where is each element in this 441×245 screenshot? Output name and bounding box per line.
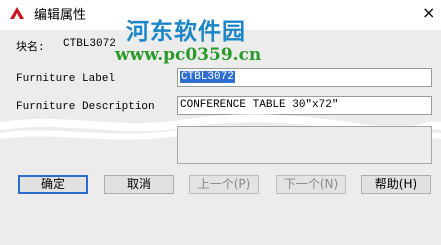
furniture-label-value: CTBL3072 (180, 71, 235, 83)
help-button[interactable]: 帮助(H) (361, 175, 431, 194)
window-title: 编辑属性 (34, 8, 87, 23)
previous-button[interactable]: 上一个(P) (189, 175, 259, 194)
furniture-description-value: CONFERENCE TABLE 30"x72" (180, 99, 339, 111)
furniture-label-label: Furniture Label (16, 73, 116, 85)
autocad-a-icon (10, 7, 24, 19)
next-button[interactable]: 下一个(N) (276, 175, 346, 194)
furniture-label-input[interactable]: CTBL3072 (177, 68, 432, 87)
block-name-value: CTBL3072 (63, 38, 116, 50)
close-icon[interactable]: × (422, 4, 435, 22)
empty-attribute-input (177, 126, 432, 164)
block-name-label: 块名: (16, 42, 45, 54)
watermark-url: www.pc0359.cn (115, 45, 262, 65)
cancel-button[interactable]: 取消 (104, 175, 174, 194)
ok-button[interactable]: 确定 (18, 175, 88, 194)
watermark-logo: 河东软件园 (126, 19, 246, 45)
